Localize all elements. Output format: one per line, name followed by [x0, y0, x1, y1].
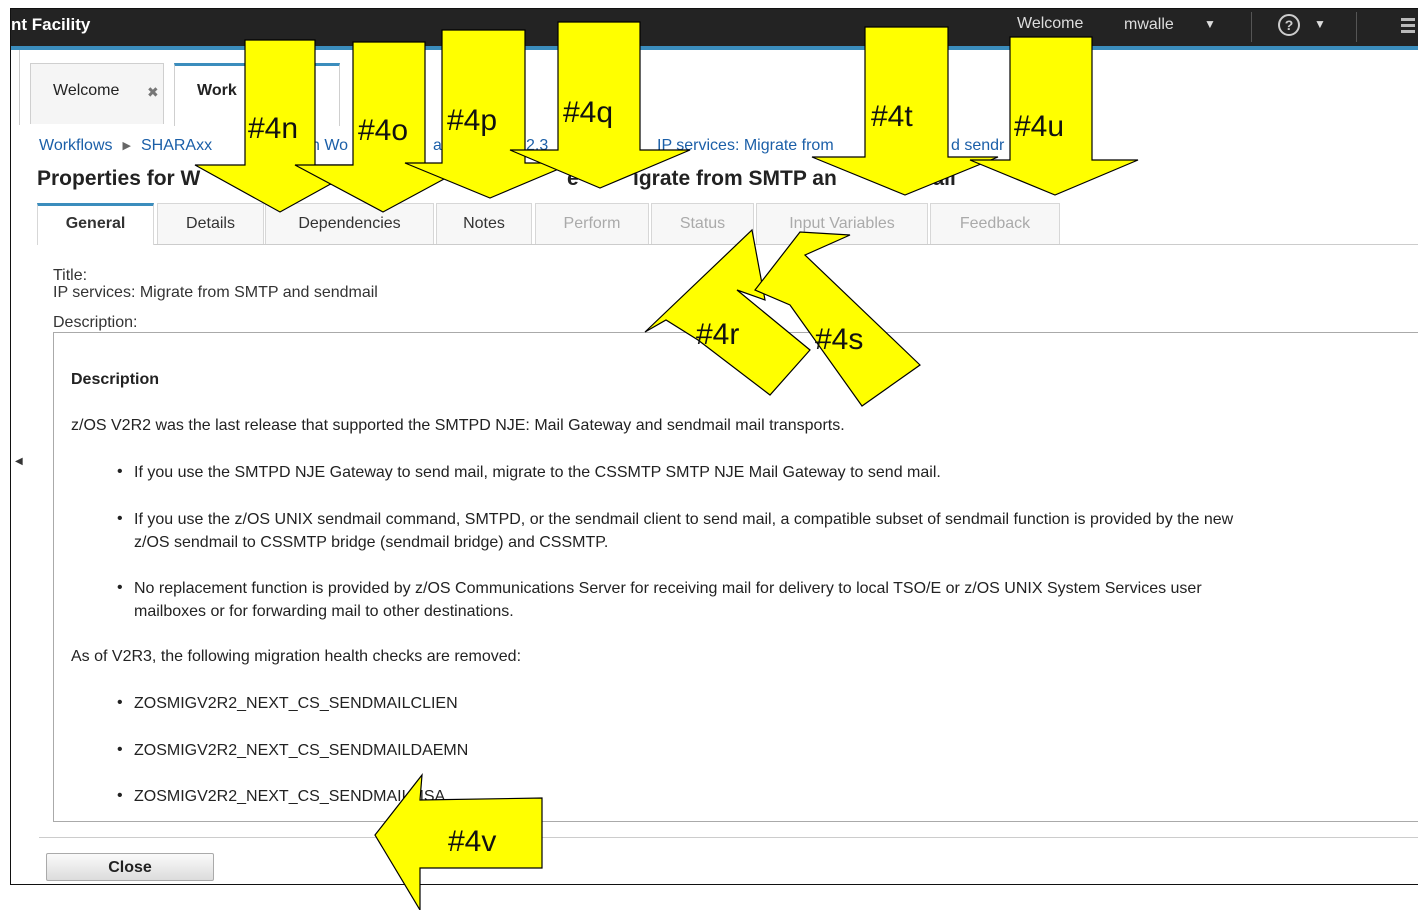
- description-label: Description:: [53, 314, 138, 331]
- page-title-part: e: [567, 167, 579, 190]
- breadcrumb: Workflows ▶ SHARAxx: [39, 137, 212, 155]
- tab-general[interactable]: General: [37, 203, 154, 245]
- divider: [39, 837, 1418, 838]
- page-title: Properties for W: [37, 167, 200, 191]
- list-item: If you use the z/OS UNIX sendmail comman…: [134, 511, 1234, 528]
- list-item-continued: mailboxes or for forwarding mail to othe…: [134, 603, 514, 620]
- bullet-icon: •: [117, 787, 123, 804]
- page-tab-bar: Welcome ✖ Work: [19, 50, 1418, 126]
- tab-notes[interactable]: Notes: [436, 203, 532, 244]
- tab-feedback[interactable]: Feedback: [930, 203, 1060, 244]
- description-intro: z/OS V2R2 was the last release that supp…: [71, 417, 845, 434]
- user-menu[interactable]: mwalle: [1124, 16, 1174, 34]
- chevron-down-icon[interactable]: ▼: [1204, 17, 1216, 31]
- help-icon[interactable]: ?: [1278, 14, 1300, 36]
- bullet-icon: •: [117, 579, 123, 596]
- menu-icon[interactable]: [1401, 15, 1415, 39]
- page-title-part: St: [323, 167, 344, 190]
- list-item-continued: z/OS sendmail to CSSMTP bridge (sendmail…: [134, 534, 609, 551]
- page-title-part: dmail: [901, 167, 956, 190]
- list-item: No replacement function is provided by z…: [134, 580, 1202, 597]
- tab-input-variables[interactable]: Input Variables: [756, 203, 928, 244]
- description-panel[interactable]: Description z/OS V2R2 was the last relea…: [53, 332, 1418, 822]
- tab-welcome-label: Welcome: [53, 82, 120, 99]
- bullet-icon: •: [117, 510, 123, 527]
- breadcrumb-fragment[interactable]: 2.3: [526, 137, 548, 155]
- tab-perform[interactable]: Perform: [535, 203, 649, 244]
- breadcrumb-current-tail: d sendr: [951, 137, 1005, 154]
- app-window: nt Facility Welcome mwalle ▼ ? ▼ Welcome…: [10, 8, 1418, 885]
- bullet-icon: •: [117, 741, 123, 758]
- bullet-icon: •: [117, 463, 123, 480]
- tab-workflows[interactable]: Work: [174, 63, 340, 126]
- tab-dependencies[interactable]: Dependencies: [265, 203, 434, 244]
- top-banner: nt Facility Welcome mwalle ▼ ? ▼: [11, 9, 1418, 46]
- collapse-handle-icon[interactable]: ◀: [15, 456, 23, 467]
- list-item: If you use the SMTPD NJE Gateway to send…: [134, 464, 941, 481]
- tab-status[interactable]: Status: [651, 203, 754, 244]
- breadcrumb-fragment[interactable]: n Wo: [311, 137, 348, 155]
- chevron-down-icon[interactable]: ▼: [1314, 17, 1326, 31]
- tab-details[interactable]: Details: [157, 203, 264, 244]
- tab-underline: [37, 244, 1418, 245]
- breadcrumb-current: IP services: Migrate from: [657, 137, 834, 154]
- breadcrumb-fragment[interactable]: ab: [433, 137, 451, 155]
- title-value: IP services: Migrate from SMTP and sendm…: [53, 284, 378, 301]
- detail-tab-bar: General Details Dependencies Notes Perfo…: [37, 203, 1418, 245]
- close-button[interactable]: Close: [46, 853, 214, 881]
- page-title-part: igrate from SMTP an: [633, 167, 837, 190]
- title-label: Title:: [53, 267, 88, 284]
- chevron-right-icon: ▶: [122, 140, 131, 152]
- removed-intro: As of V2R3, the following migration heal…: [71, 648, 522, 665]
- health-check-item: ZOSMIGV2R2_NEXT_CS_SENDMAILMSA: [134, 788, 446, 805]
- description-heading: Description: [71, 371, 160, 388]
- app-title: nt Facility: [11, 15, 91, 34]
- divider: [1356, 12, 1357, 42]
- health-check-item: ZOSMIGV2R2_NEXT_CS_SENDMAILDAEMN: [134, 742, 469, 759]
- tab-workflows-label: Work: [197, 82, 237, 99]
- tab-welcome[interactable]: Welcome ✖: [30, 63, 164, 124]
- health-check-item: ZOSMIGV2R2_NEXT_CS_SENDMAILCLIEN: [134, 695, 458, 712]
- breadcrumb-workflows[interactable]: Workflows: [39, 137, 113, 154]
- welcome-text: Welcome: [1017, 15, 1084, 32]
- divider: [1251, 12, 1252, 42]
- bullet-icon: •: [117, 694, 123, 711]
- close-icon[interactable]: ✖: [147, 84, 159, 101]
- page-title-part: Properties for W: [37, 167, 201, 190]
- breadcrumb-sharaxx[interactable]: SHARAxx: [141, 137, 212, 154]
